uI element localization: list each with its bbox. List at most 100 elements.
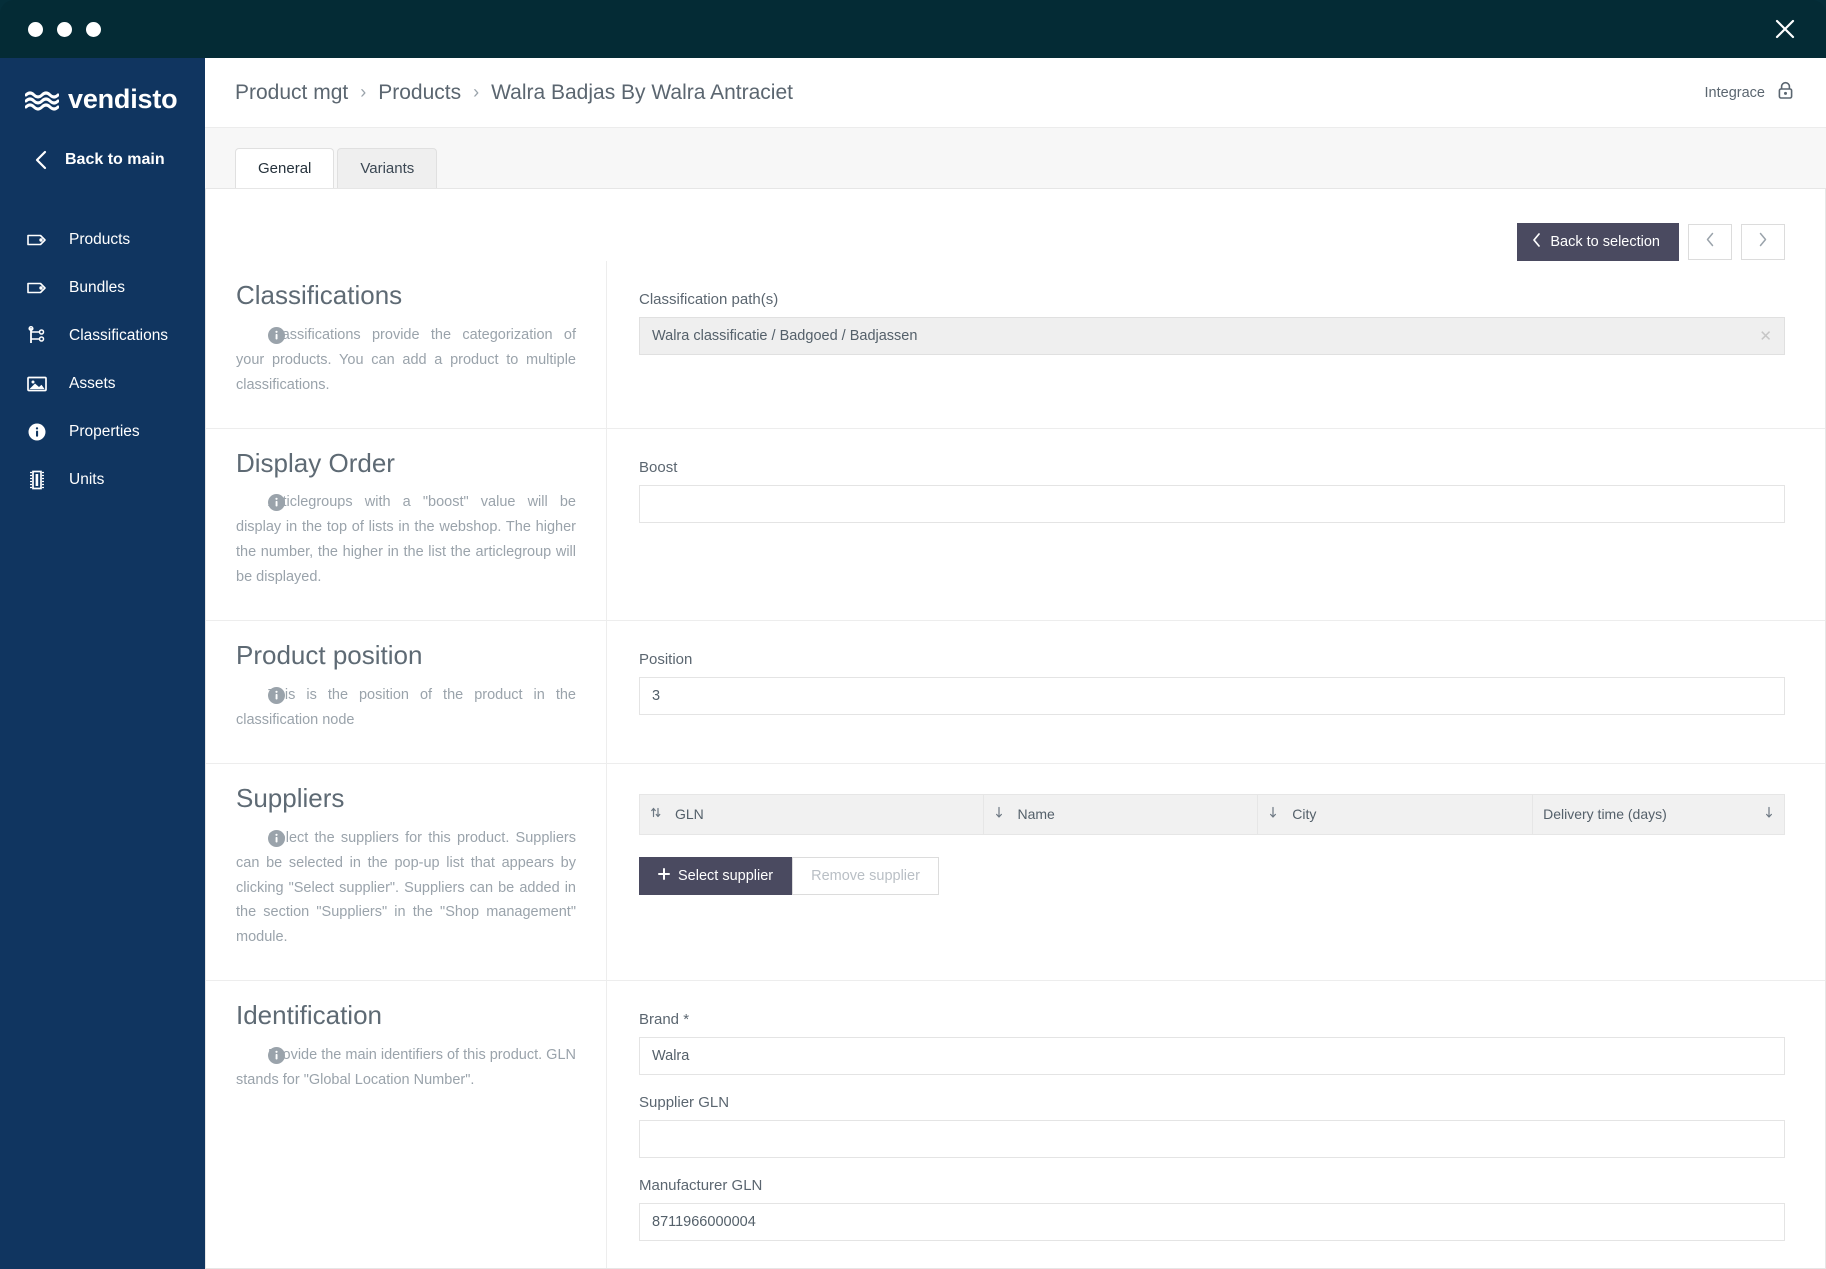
classification-path-value[interactable]: Walra classificatie / Badgoed / Badjasse… xyxy=(639,317,1785,355)
select-supplier-button[interactable]: Select supplier xyxy=(639,856,793,895)
classification-path-field: Classification path(s) Walra classificat… xyxy=(639,291,1785,355)
remove-supplier-button[interactable]: Remove supplier xyxy=(792,856,939,895)
manufacturer-gln-input[interactable] xyxy=(639,1203,1785,1242)
sort-both-icon xyxy=(650,806,661,822)
sidebar-item-assets[interactable]: Assets xyxy=(0,360,205,408)
column-header-label: Delivery time (days) xyxy=(1543,806,1667,823)
breadcrumb-item-product-mgt[interactable]: Product mgt xyxy=(235,81,348,105)
tab-variants[interactable]: Variants xyxy=(337,148,438,188)
tag-icon xyxy=(25,276,49,300)
info-circle-icon xyxy=(25,420,49,444)
arrow-down-icon xyxy=(1764,806,1774,822)
window-traffic-lights xyxy=(28,21,101,37)
breadcrumb: Product mgt › Products › Walra Badjas By… xyxy=(235,81,793,105)
back-to-selection-label: Back to selection xyxy=(1550,234,1660,250)
breadcrumb-separator-icon: › xyxy=(360,82,367,102)
sidebar-item-label: Classifications xyxy=(69,327,169,344)
column-header-label: City xyxy=(1292,806,1317,823)
brand-field: Brand * xyxy=(639,1011,1785,1076)
content-area: Product mgt › Products › Walra Badjas By… xyxy=(205,58,1826,1269)
section-classifications-fields: Classification path(s) Walra classificat… xyxy=(606,261,1825,428)
integrace-label: Integrace xyxy=(1704,84,1765,101)
breadcrumb-item-products[interactable]: Products xyxy=(378,81,461,105)
close-icon[interactable] xyxy=(1770,14,1800,44)
content-topbar: Product mgt › Products › Walra Badjas By… xyxy=(205,58,1826,128)
select-supplier-label: Select supplier xyxy=(678,867,774,884)
tag-icon xyxy=(25,228,49,252)
section-classifications: Classifications Classifications provide … xyxy=(206,261,1825,429)
hierarchy-icon xyxy=(25,324,49,348)
info-circle-icon xyxy=(236,686,285,704)
section-description-wrap: Provide the main identifiers of this pro… xyxy=(236,1043,576,1093)
chevron-right-icon xyxy=(1758,232,1768,252)
record-actions: Back to selection xyxy=(206,189,1825,261)
app-logo[interactable]: vendisto xyxy=(0,78,205,113)
supplier-gln-input[interactable] xyxy=(639,1120,1785,1159)
column-header-city[interactable]: City xyxy=(1257,793,1534,835)
info-circle-icon xyxy=(236,494,285,512)
plus-icon xyxy=(658,867,670,884)
chevron-left-icon xyxy=(1705,232,1715,252)
section-suppliers: Suppliers Select the suppliers for this … xyxy=(206,763,1825,982)
classification-path-label: Classification path(s) xyxy=(639,291,779,308)
boost-input[interactable] xyxy=(639,484,1785,523)
manufacturer-gln-field: Manufacturer GLN xyxy=(639,1177,1785,1242)
sidebar-item-classifications[interactable]: Classifications xyxy=(0,312,205,360)
traffic-dot-1[interactable] xyxy=(28,21,43,37)
section-product-position: Product position This is the position of… xyxy=(206,621,1825,764)
column-header-gln[interactable]: GLN xyxy=(639,793,984,835)
traffic-dot-3[interactable] xyxy=(86,21,101,37)
column-header-name[interactable]: Name xyxy=(982,793,1259,835)
close-small-icon[interactable]: ✕ xyxy=(1759,327,1772,345)
section-identification-info: Identification Provide the main identifi… xyxy=(206,981,606,1268)
section-description: This is the position of the product in t… xyxy=(236,686,576,728)
section-description-wrap: Select the suppliers for this product. S… xyxy=(236,826,576,951)
sidebar-item-label: Products xyxy=(69,231,131,248)
classification-path-text: Walra classificatie / Badgoed / Badjasse… xyxy=(652,328,918,344)
window-titlebar xyxy=(0,0,1826,58)
sidebar-item-label: Units xyxy=(69,471,105,488)
sidebar-item-properties[interactable]: Properties xyxy=(0,408,205,456)
suppliers-table-head: GLN Name City Delivery time (days) xyxy=(639,793,1785,835)
sidebar-nav: Products Bundles Classifications Assets … xyxy=(0,216,205,504)
position-input[interactable] xyxy=(639,677,1785,716)
section-display-order: Display Order Articlegroups with a "boos… xyxy=(206,428,1825,622)
breadcrumb-item-current: Walra Badjas By Walra Antraciet xyxy=(491,80,793,104)
tab-general[interactable]: General xyxy=(235,148,335,188)
form-panel: Back to selection Classifications Classi… xyxy=(205,188,1826,1269)
previous-record-button[interactable] xyxy=(1688,224,1732,260)
column-header-label: Name xyxy=(1017,806,1055,823)
section-description: Classifications provide the categorizati… xyxy=(236,326,576,393)
column-header-label: GLN xyxy=(675,806,704,823)
section-title: Classifications xyxy=(236,280,403,310)
traffic-dot-2[interactable] xyxy=(57,21,72,37)
back-to-main-button[interactable]: Back to main xyxy=(0,113,205,170)
section-identification: Identification Provide the main identifi… xyxy=(206,981,1825,1268)
section-title: Identification xyxy=(236,1000,382,1031)
section-description-wrap: Articlegroups with a "boost" value will … xyxy=(236,490,576,590)
sidebar-item-units[interactable]: Units xyxy=(0,456,205,504)
app-logo-text: vendisto xyxy=(68,84,178,114)
chevron-left-icon xyxy=(34,150,48,170)
sidebar-item-label: Assets xyxy=(69,375,116,392)
integrace-button[interactable]: Integrace xyxy=(1705,81,1794,104)
back-to-selection-button[interactable]: Back to selection xyxy=(1517,223,1679,261)
info-circle-icon xyxy=(236,326,285,344)
suppliers-actions: Select supplier Remove supplier xyxy=(639,856,1785,895)
section-description-wrap: This is the position of the product in t… xyxy=(236,683,576,733)
sidebar-item-products[interactable]: Products xyxy=(0,216,205,264)
sidebar: vendisto Back to main Products Bundles C… xyxy=(0,58,205,1269)
supplier-gln-label: Supplier GLN xyxy=(639,1094,730,1112)
section-title: Product position xyxy=(236,640,423,671)
sidebar-item-bundles[interactable]: Bundles xyxy=(0,264,205,312)
boost-field: Boost xyxy=(639,459,1785,523)
position-field: Position xyxy=(639,651,1785,716)
arrow-down-icon xyxy=(994,806,1004,822)
next-record-button[interactable] xyxy=(1741,224,1785,260)
lock-icon xyxy=(1777,81,1794,104)
brand-label: Brand * xyxy=(639,1011,690,1029)
brand-input[interactable] xyxy=(639,1037,1785,1076)
table-header-row: GLN Name City Delivery time (days) xyxy=(639,793,1785,835)
column-header-delivery-time[interactable]: Delivery time (days) xyxy=(1532,793,1785,835)
section-description: Select the suppliers for this product. S… xyxy=(236,829,576,946)
